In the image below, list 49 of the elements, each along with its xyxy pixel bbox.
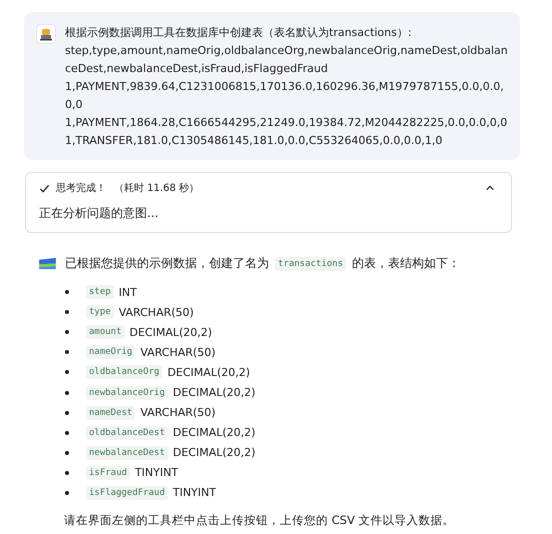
bullet-icon	[65, 290, 69, 294]
column-name: newbalanceDest	[86, 446, 168, 460]
column-type: DECIMAL(20,2)	[172, 426, 256, 440]
bullet-icon	[65, 350, 69, 354]
column-type: DECIMAL(20,2)	[130, 326, 212, 339]
column-type: DECIMAL(20,2)	[167, 366, 250, 379]
instruction-text: 请在界面左侧的工具栏中点击上传按钮，上传您的 CSV 文件以导入数据。	[64, 513, 456, 528]
logo-icon	[38, 257, 57, 270]
column-name: isFlaggedFraud	[86, 486, 168, 500]
avatar-icon	[36, 24, 56, 44]
data-line: 1,PAYMENT,9839.64,C1231006815,170136.0,160296.36,M1979787155,0.0,0.0,0,0	[65, 79, 505, 113]
column-name: newbalanceOrig	[86, 386, 168, 400]
data-line: 1,PAYMENT,1864.28,C1666544295,21249.0,19384.72,M2044282225,0.0,0.0,0,0	[65, 115, 508, 131]
column-name: oldbalanceOrg	[86, 365, 162, 380]
column-name: oldbalanceDest	[86, 426, 168, 440]
bullet-icon	[65, 330, 69, 334]
status-text: 思考完成！	[56, 182, 106, 195]
chevron-icon[interactable]	[485, 183, 495, 193]
prompt-text: 根据示例数据调用工具在数据库中创建表（表名默认为transactions）:	[65, 25, 413, 41]
column-type: TINYINT	[134, 466, 178, 480]
bullet-icon	[65, 390, 69, 395]
thinking-text: 正在分析问题的意图...	[39, 205, 160, 222]
intro-text: 已根据您提供的示例数据，创建了名为	[65, 255, 269, 272]
bullet-icon	[65, 470, 69, 475]
bullet-icon	[65, 370, 69, 374]
column-name: type	[86, 305, 114, 320]
column-name: nameDest	[86, 406, 136, 420]
bullet-icon	[65, 310, 69, 314]
column-type: INT	[118, 286, 137, 299]
column-type: VARCHAR(50)	[140, 406, 216, 420]
column-type: VARCHAR(50)	[140, 346, 216, 359]
code-text: transactions	[275, 256, 346, 270]
column-name: step	[86, 285, 114, 300]
column-name: amount	[86, 325, 125, 340]
column-type: TINYINT	[172, 486, 216, 500]
column-type: VARCHAR(50)	[118, 306, 194, 319]
column-name: nameOrig	[86, 345, 136, 360]
check-icon	[39, 182, 50, 194]
column-name: isFraud	[86, 466, 130, 480]
elapsed-time: （耗时 11.68 秒）	[114, 182, 199, 195]
data-line: step,type,amount,nameOrig,oldbalanceOrg,newbalanceOrig,nameDest,oldbalanceDest,newbalanceDest,isFraud,isFlaggedFraud	[65, 43, 509, 77]
column-type: DECIMAL(20,2)	[172, 446, 256, 460]
bullet-icon	[65, 490, 69, 495]
column-type: DECIMAL(20,2)	[172, 386, 256, 400]
data-line: 1,TRANSFER,181.0,C1305486145,181.0,0.0,C553264065,0.0,0.0,1,0	[65, 133, 444, 149]
bullet-icon	[65, 410, 69, 415]
intro-text: 的表，表结构如下：	[352, 255, 460, 272]
bullet-icon	[65, 450, 69, 455]
bullet-icon	[65, 430, 69, 435]
